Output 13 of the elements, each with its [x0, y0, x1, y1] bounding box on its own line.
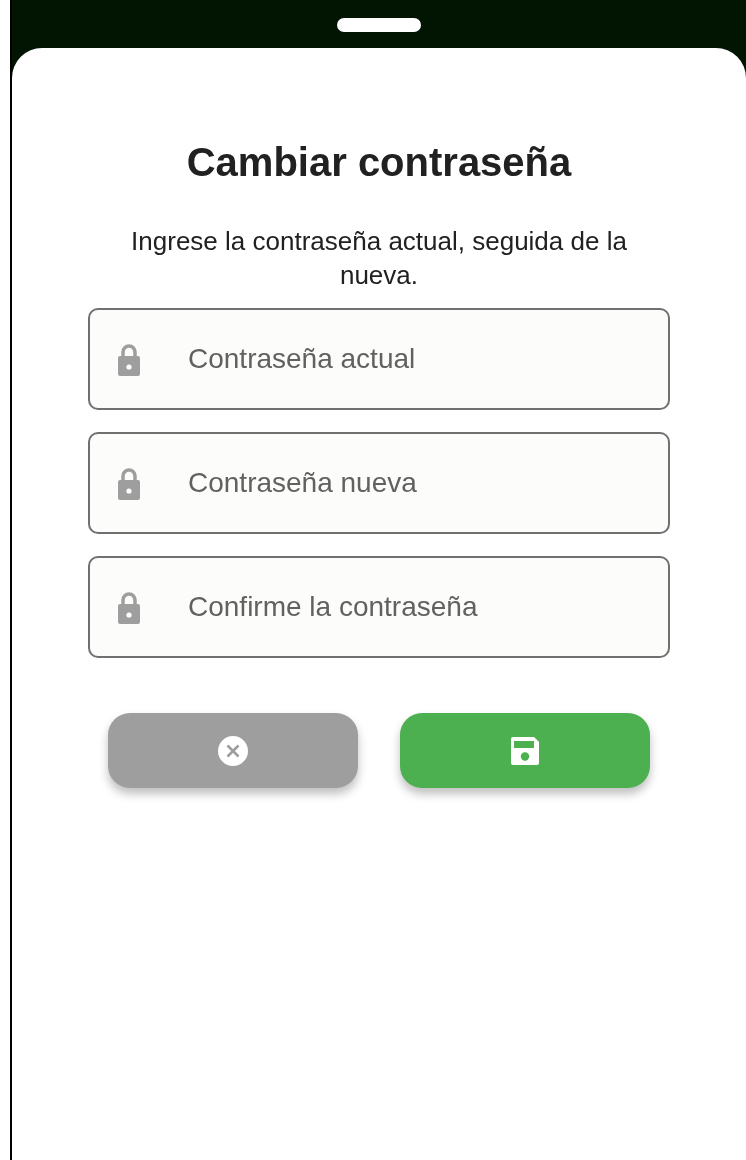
save-icon — [511, 736, 539, 765]
dialog-title: Cambiar contraseña — [186, 139, 572, 186]
lock-icon — [118, 341, 140, 377]
lock-icon — [118, 589, 140, 625]
password-field[interactable]: Contraseña actual — [88, 308, 670, 410]
password-field[interactable]: Confirme la contraseña — [88, 556, 670, 658]
lock-icon — [118, 465, 140, 501]
save-button[interactable] — [400, 713, 650, 788]
cancel-button[interactable] — [108, 713, 358, 788]
close-icon — [218, 735, 248, 766]
password-field[interactable]: Contraseña nueva — [88, 432, 670, 534]
drag-handle[interactable] — [337, 18, 421, 32]
dialog-description: Ingrese la contraseña actual, seguida de la nueva. — [130, 225, 628, 292]
